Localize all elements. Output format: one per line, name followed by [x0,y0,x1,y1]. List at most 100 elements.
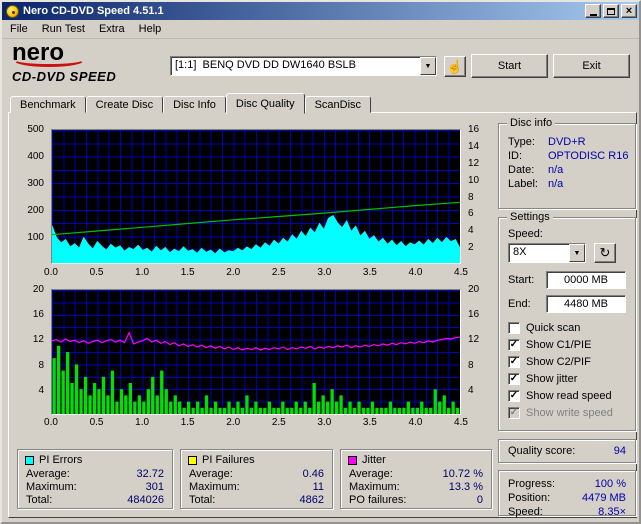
nero-logo: nero CD-DVD SPEED [12,41,164,91]
stat-label: Maximum: [26,481,77,493]
quick-scan-checkbox[interactable] [508,321,520,334]
pi-errors-stats: PI Errors Average: 32.72 Maximum: 301 Total:… [17,449,173,509]
checkbox-row-show-write-speed: Show write speed [508,404,626,421]
progress-rows: Progress: 100 % Position: 4479 MB Speed: 8.35… [508,478,626,518]
y-axis-tick: 8 [468,191,474,203]
x-axis-tick: 1.5 [180,267,195,278]
y-axis-tick: 500 [27,124,44,135]
show-jitter-checkbox[interactable] [508,372,520,385]
disc-info-group: Disc info Type: DVD+R ID: OPTODISC R16 Date:… [498,117,636,209]
kv-row: ID: OPTODISC R16 [508,150,629,162]
stat-label: Average: [189,468,233,480]
y-axis-tick: 4 [468,384,474,396]
drive-selector[interactable]: [1:1] BENQ DVD DD DW1640 BSLB ▼ [170,56,437,76]
show-c1-pie-checkbox[interactable] [508,338,520,351]
pi-errors-chart [51,129,461,264]
speed-row: 8X ▼ ↻ [508,243,626,263]
y-axis-tick: 300 [27,178,44,189]
kv-label: Type: [508,136,535,148]
speed-dropdown-button[interactable]: ▼ [569,244,585,262]
kv-label: Position: [508,492,551,504]
quality-score-value: 94 [613,445,626,457]
stat-label: PO failures: [349,494,407,506]
pi-failures-stats: PI Failures Average: 0.46 Maximum: 11 Total:… [180,449,333,509]
stat-row: Average: 0.46 [189,468,324,480]
stat-label: Total: [26,494,53,506]
stat-row: Average: 32.72 [26,468,164,480]
show-read-speed-checkbox[interactable] [508,389,520,402]
maximize-icon [607,7,615,15]
progress-box: Progress: 100 % Position: 4479 MB Speed: 8.35… [498,470,636,518]
stat-row: PO failures: 0 [349,494,483,506]
close-button[interactable]: × [621,4,637,18]
pi-errors-y-axis-left: 500 400 300 200 100 [9,124,47,264]
menu-bar: File Run Test Extra Help [2,20,639,39]
start-button[interactable]: Start [471,54,548,78]
app-icon [6,4,19,18]
y-axis-tick: 12 [468,334,480,346]
end-field-value: 4480 MB [563,298,609,310]
end-row: End: 4480 MB [508,295,626,313]
pi-errors-stats-header: PI Errors [25,454,165,466]
drive-selector-dropdown-button[interactable]: ▼ [420,57,436,75]
refresh-icon: ↻ [599,245,611,260]
show-c2-pif-checkbox[interactable] [508,355,520,368]
end-field[interactable]: 4480 MB [546,295,626,313]
drive-options-button[interactable]: ☝ [444,56,466,77]
checkbox-row-show-read-speed: Show read speed [508,387,626,404]
menu-help[interactable]: Help [132,21,169,37]
jitter-stats: Jitter Average: 10.72 % Maximum: 13.3 % PO f… [340,449,492,509]
kv-value: n/a [548,178,564,190]
kv-row: Type: DVD+R [508,136,626,148]
stat-label: Total: [189,494,216,506]
stat-value: 301 [145,481,164,493]
window-title: Nero CD-DVD Speed 4.51.1 [23,5,164,17]
menu-extra[interactable]: Extra [92,21,132,37]
x-axis-tick: 2.5 [271,267,286,278]
tab-disc-quality[interactable]: Disc Quality [225,93,305,114]
menu-run-test[interactable]: Run Test [35,21,92,37]
stat-row: Total: 4862 [189,494,324,506]
y-axis-tick: 14 [468,140,480,152]
kv-label: Speed: [508,506,543,518]
exit-button[interactable]: Exit [553,54,630,78]
checkbox-label: Quick scan [526,321,581,334]
tab-scandisc[interactable]: ScanDisc [304,96,372,113]
stat-value: 484026 [127,494,164,506]
start-field[interactable]: 0000 MB [546,271,626,289]
y-axis-tick: 12 [468,157,480,169]
checkbox-row-show-jitter: Show jitter [508,370,626,387]
x-axis-tick: 2.0 [226,417,241,428]
x-axis-tick: 3.0 [317,417,332,428]
start-row: Start: 0000 MB [508,271,626,289]
stat-value: 11 [312,481,324,493]
pi-failures-jitter-chart [51,289,461,415]
minimize-icon [589,13,597,16]
x-axis-tick: 4.0 [408,267,423,278]
checkbox-row-show-c2-pif: Show C2/PIF [508,353,626,370]
start-field-label: Start: [508,274,535,286]
checkbox-row-show-c1-pie: Show C1/PIE [508,336,626,353]
settings-group: Settings Speed: 8X ▼ ↻ Start: 0000 MB En… [498,211,636,431]
y-axis-tick: 16 [468,124,480,135]
y-axis-tick: 20 [32,284,44,295]
maximize-button[interactable] [603,4,619,18]
tab-benchmark[interactable]: Benchmark [10,96,86,113]
minimize-button[interactable] [585,4,601,18]
end-field-label: End: [508,298,531,310]
menu-file[interactable]: File [3,21,35,37]
stat-row: Total: 484026 [26,494,164,506]
tab-create-disc[interactable]: Create Disc [85,96,164,113]
drive-selector-value: [1:1] BENQ DVD DD DW1640 BSLB [175,59,356,71]
refresh-speed-button[interactable]: ↻ [594,243,616,263]
speed-selector[interactable]: 8X ▼ [508,243,586,263]
title-bar[interactable]: Nero CD-DVD Speed 4.51.1 × [2,2,639,20]
kv-label: Date: [508,164,535,176]
y-axis-tick: 16 [32,309,44,321]
logo-swoosh [13,53,85,67]
tab-disc-info[interactable]: Disc Info [163,96,226,113]
checkbox-label: Show jitter [526,372,578,385]
speed-label: Speed: [508,228,543,240]
x-axis-tick: 0.0 [44,267,58,278]
kv-label: Progress: [508,478,556,490]
